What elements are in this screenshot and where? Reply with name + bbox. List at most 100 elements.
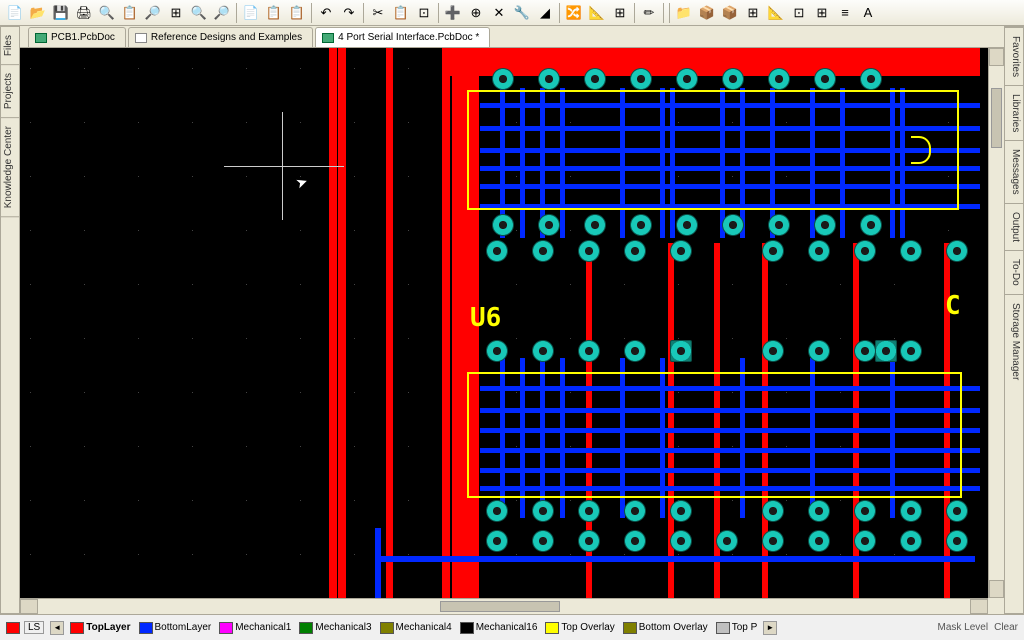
via <box>538 214 560 236</box>
via <box>578 240 600 262</box>
layer-tab-mechanical3[interactable]: Mechanical3 <box>295 622 375 634</box>
via <box>768 68 790 90</box>
layer-tab-mechanical16[interactable]: Mechanical16 <box>456 622 542 634</box>
layer-tab-top p[interactable]: Top P <box>712 622 762 634</box>
tab-knowledge-center[interactable]: Knowledge Center <box>1 118 19 217</box>
mask-level-button[interactable]: Mask Level <box>938 622 989 633</box>
via <box>900 500 922 522</box>
layer-name: Mechanical1 <box>235 622 291 633</box>
toolbar-button-42[interactable]: ≡ <box>834 2 856 24</box>
toolbar-button-4[interactable]: 🔍 <box>96 2 118 24</box>
via <box>814 214 836 236</box>
layer-tab-bottom overlay[interactable]: Bottom Overlay <box>619 622 712 634</box>
toolbar-button-28[interactable]: 🔀 <box>563 2 585 24</box>
toolbar-button-6[interactable]: 🔎 <box>142 2 164 24</box>
via <box>860 214 882 236</box>
toolbar-button-38[interactable]: ⊞ <box>742 2 764 24</box>
toolbar-button-26[interactable]: ◢ <box>534 2 556 24</box>
toolbar-button-13[interactable]: 📋 <box>286 2 308 24</box>
via <box>486 240 508 262</box>
via <box>854 340 876 362</box>
via <box>538 68 560 90</box>
layer-tab-toplayer[interactable]: TopLayer <box>66 622 134 634</box>
toolbar-button-8[interactable]: 🔍 <box>188 2 210 24</box>
toolbar-button-1[interactable]: 📂 <box>27 2 49 24</box>
toolbar-button-12[interactable]: 📋 <box>263 2 285 24</box>
toolbar-button-37[interactable]: 📦 <box>719 2 741 24</box>
tab-libraries[interactable]: Libraries <box>1005 85 1023 140</box>
toolbar-button-19[interactable]: 📋 <box>390 2 412 24</box>
toolbar-button-7[interactable]: ⊞ <box>165 2 187 24</box>
toolbar-button-11[interactable]: 📄 <box>240 2 262 24</box>
layer-name: Top Overlay <box>561 622 614 633</box>
toolbar-button-23[interactable]: ⊕ <box>465 2 487 24</box>
toolbar-button-36[interactable]: 📦 <box>696 2 718 24</box>
tab-output[interactable]: Output <box>1005 203 1023 250</box>
doc-tab-2[interactable]: 4 Port Serial Interface.PcbDoc * <box>315 27 490 47</box>
layer-nav-next[interactable]: ► <box>763 621 777 635</box>
via <box>900 530 922 552</box>
tab-storage-manager[interactable]: Storage Manager <box>1005 294 1023 388</box>
via <box>584 68 606 90</box>
via <box>676 68 698 90</box>
vertical-scrollbar[interactable] <box>988 48 1004 598</box>
toolbar-button-43[interactable]: A <box>857 2 879 24</box>
tab-todo[interactable]: To-Do <box>1005 250 1023 294</box>
via <box>676 214 698 236</box>
toolbar-button-18[interactable]: ✂ <box>367 2 389 24</box>
layer-tab-bottomlayer[interactable]: BottomLayer <box>135 622 216 634</box>
toolbar-button-40[interactable]: ⊡ <box>788 2 810 24</box>
layer-nav-prev[interactable]: ◄ <box>50 621 64 635</box>
doc-tab-label: PCB1.PcbDoc <box>51 32 115 43</box>
toolbar-button-5[interactable]: 📋 <box>119 2 141 24</box>
tab-projects[interactable]: Projects <box>1 65 19 118</box>
via <box>486 530 508 552</box>
via <box>670 500 692 522</box>
main-toolbar: 📄📂💾🖨🔍📋🔎⊞🔍🔎📄📋📋↶↷✂📋⊡➕⊕✕🔧◢🔀📐⊞✏📁📦📦⊞📐⊡⊞≡A <box>0 0 1024 26</box>
via <box>762 530 784 552</box>
tab-files[interactable]: Files <box>1 27 19 65</box>
layer-tab-mechanical1[interactable]: Mechanical1 <box>215 622 295 634</box>
doc-tab-1[interactable]: Reference Designs and Examples <box>128 27 313 47</box>
via-square <box>875 340 897 362</box>
doc-tab-label: Reference Designs and Examples <box>151 32 302 43</box>
ls-indicator: LS <box>24 621 44 634</box>
via <box>762 240 784 262</box>
toolbar-button-16[interactable]: ↷ <box>338 2 360 24</box>
doc-tab-0[interactable]: PCB1.PcbDoc <box>28 27 126 47</box>
horizontal-scrollbar[interactable] <box>20 598 988 614</box>
toolbar-button-0[interactable]: 📄 <box>4 2 26 24</box>
tab-favorites[interactable]: Favorites <box>1005 27 1023 85</box>
toolbar-button-25[interactable]: 🔧 <box>511 2 533 24</box>
layer-name: BottomLayer <box>155 622 212 633</box>
silk-notch <box>911 136 931 164</box>
toolbar-button-2[interactable]: 💾 <box>50 2 72 24</box>
toolbar-button-3[interactable]: 🖨 <box>73 2 95 24</box>
toolbar-button-39[interactable]: 📐 <box>765 2 787 24</box>
tab-messages[interactable]: Messages <box>1005 140 1023 203</box>
pcb-canvas[interactable]: U6C16+U3CC➤ <box>20 48 988 598</box>
toolbar-button-22[interactable]: ➕ <box>442 2 464 24</box>
trace-red <box>452 48 460 608</box>
layer-tab-top overlay[interactable]: Top Overlay <box>541 622 618 634</box>
crosshair <box>224 166 344 167</box>
via <box>532 500 554 522</box>
clear-button[interactable]: Clear <box>994 622 1018 633</box>
layer-name: Top P <box>732 622 758 633</box>
toolbar-button-9[interactable]: 🔎 <box>211 2 233 24</box>
layer-swatch <box>545 622 559 634</box>
toolbar-button-41[interactable]: ⊞ <box>811 2 833 24</box>
toolbar-button-29[interactable]: 📐 <box>586 2 608 24</box>
layer-tab-mechanical4[interactable]: Mechanical4 <box>376 622 456 634</box>
toolbar-button-35[interactable]: 📁 <box>673 2 695 24</box>
via <box>946 530 968 552</box>
toolbar-button-15[interactable]: ↶ <box>315 2 337 24</box>
silk-outline <box>467 90 959 210</box>
toolbar-button-30[interactable]: ⊞ <box>609 2 631 24</box>
via <box>854 500 876 522</box>
trace-red <box>338 48 346 608</box>
via <box>762 500 784 522</box>
toolbar-button-24[interactable]: ✕ <box>488 2 510 24</box>
toolbar-button-20[interactable]: ⊡ <box>413 2 435 24</box>
toolbar-button-32[interactable]: ✏ <box>638 2 660 24</box>
